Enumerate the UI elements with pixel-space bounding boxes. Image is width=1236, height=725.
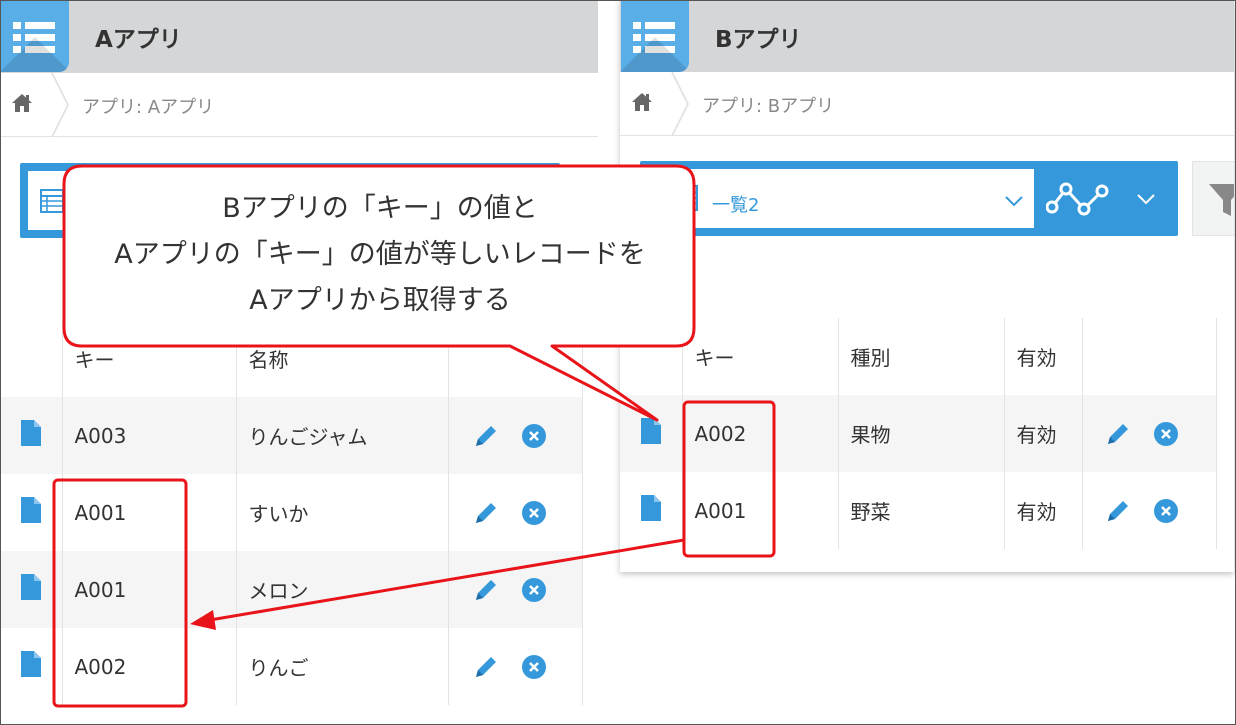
highlight-box-a-keys	[52, 478, 188, 708]
arrow-line	[209, 538, 685, 622]
arrow-head	[190, 610, 216, 630]
highlight-box-b-keys	[682, 400, 776, 558]
annotation-overlay	[52, 400, 776, 708]
